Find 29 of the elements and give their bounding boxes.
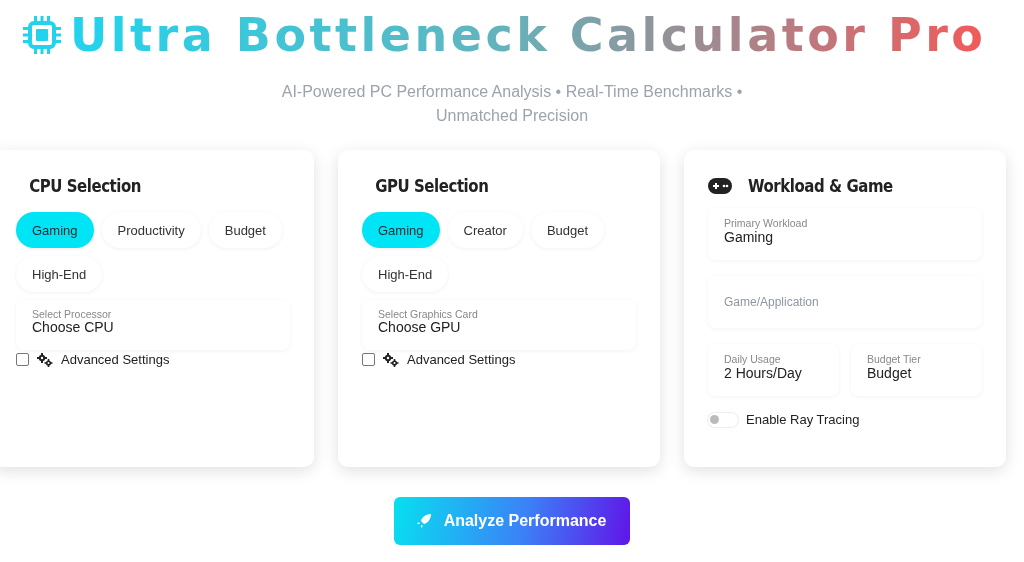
category-tab[interactable]: Budget	[208, 212, 282, 248]
checkbox-label: Advanced Settings	[61, 352, 170, 367]
category-tab[interactable]: High-End	[16, 256, 103, 292]
card-title: CPU Selection	[28, 175, 143, 198]
gamepad-icon	[708, 178, 732, 194]
gears-icon	[37, 352, 53, 367]
category-tab[interactable]: Budget	[530, 212, 605, 248]
analyze-button[interactable]: Analyze Performance	[393, 497, 631, 545]
select-field[interactable]: Select Graphics Card Choose GPU	[362, 300, 636, 350]
toggle-label: Enable Ray Tracing	[746, 412, 860, 427]
category-tab[interactable]: High-End	[362, 256, 449, 292]
checkbox-label: Advanced Settings	[407, 352, 516, 367]
checkbox[interactable]	[362, 353, 375, 366]
rocket-icon	[415, 513, 432, 529]
category-tab[interactable]: Creator	[447, 212, 523, 248]
select-field[interactable]: Primary Workload Gaming	[708, 208, 982, 260]
select-field[interactable]: Select Processor Choose CPU	[16, 300, 290, 350]
chip-icon	[22, 15, 62, 55]
category-tab[interactable]: Productivity	[101, 212, 201, 248]
gears-icon	[383, 352, 399, 367]
subtitle: AI-Powered PC Performance Analysis • Real-Time Benchmarks • Unmatched Precision	[280, 82, 744, 126]
card-title: Workload & Game	[748, 175, 893, 198]
category-tab[interactable]: Gaming	[16, 212, 94, 248]
card-title: GPU Selection	[374, 175, 490, 198]
select-field[interactable]: Budget Tier Budget	[851, 344, 982, 396]
checkbox[interactable]	[16, 353, 29, 366]
category-tab[interactable]: Gaming	[362, 212, 440, 248]
toggle-switch[interactable]	[708, 412, 738, 427]
select-field[interactable]: Daily Usage 2 Hours/Day	[708, 344, 839, 396]
